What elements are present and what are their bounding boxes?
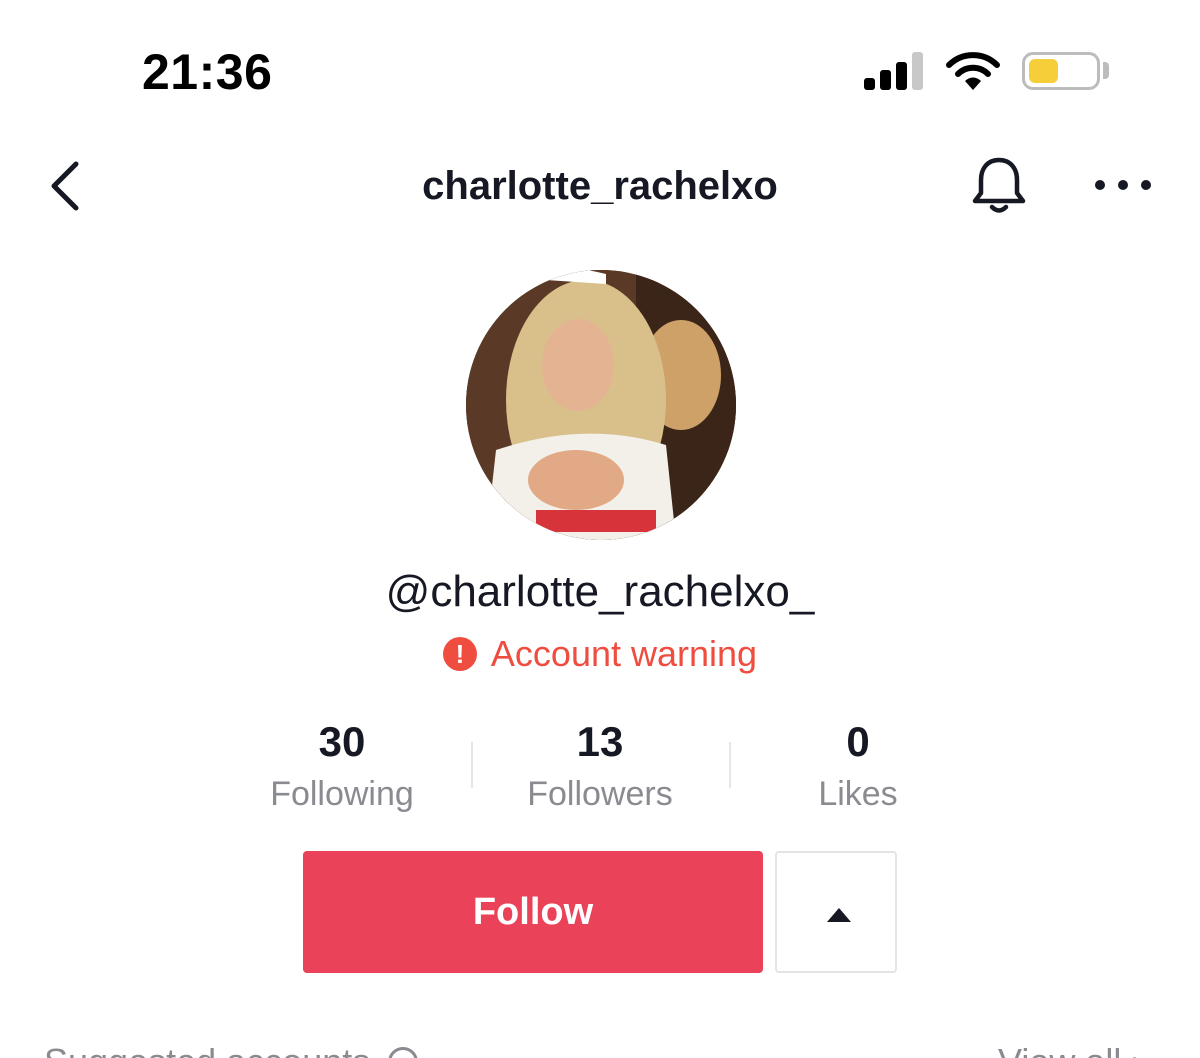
stat-divider bbox=[471, 742, 473, 788]
status-time: 21:36 bbox=[142, 44, 273, 100]
stat-label: Likes bbox=[818, 775, 898, 813]
follow-button[interactable]: Follow bbox=[303, 851, 763, 973]
battery-level bbox=[1029, 59, 1058, 83]
suggested-accounts-toggle-button[interactable] bbox=[775, 851, 897, 973]
stat-value: 13 bbox=[576, 718, 624, 765]
avatar[interactable] bbox=[466, 270, 736, 540]
stat-value: 30 bbox=[318, 718, 366, 765]
wifi-icon bbox=[946, 52, 1000, 90]
stat-likes[interactable]: 0 Likes bbox=[738, 714, 978, 818]
view-all-label: View all bbox=[998, 1040, 1121, 1058]
suggested-accounts-label: Suggested accounts bbox=[44, 1040, 370, 1058]
stat-label: Followers bbox=[527, 775, 673, 813]
more-horizontal-icon[interactable] bbox=[1092, 170, 1154, 200]
battery-tip bbox=[1103, 62, 1109, 79]
account-warning-link[interactable]: ! Account warning bbox=[300, 630, 900, 678]
bell-icon[interactable] bbox=[966, 152, 1032, 218]
nav-title: charlotte_rachelxo bbox=[422, 164, 778, 208]
info-icon[interactable] bbox=[388, 1047, 419, 1058]
profile-screen: 21:36 charlotte_rachelxo @charlotte_rach… bbox=[0, 0, 1200, 1058]
stat-value: 0 bbox=[846, 718, 870, 765]
chevron-left-icon[interactable] bbox=[40, 156, 92, 216]
profile-photo bbox=[466, 270, 736, 540]
view-all-link[interactable]: View all › bbox=[998, 1040, 1143, 1058]
cellular-signal-icon bbox=[864, 52, 926, 90]
chevron-right-icon: › bbox=[1131, 1040, 1143, 1058]
stat-divider bbox=[729, 742, 731, 788]
profile-handle: @charlotte_rachelxo_ bbox=[385, 567, 815, 616]
account-warning-text: Account warning bbox=[490, 633, 758, 674]
stat-followers[interactable]: 13 Followers bbox=[480, 714, 720, 818]
suggested-accounts-header: Suggested accounts bbox=[44, 1040, 419, 1058]
stat-label: Following bbox=[270, 775, 414, 813]
stat-following[interactable]: 30 Following bbox=[222, 714, 462, 818]
caret-up-icon bbox=[827, 908, 851, 922]
battery-icon bbox=[1022, 52, 1100, 90]
exclamation-circle-icon: ! bbox=[442, 637, 477, 671]
